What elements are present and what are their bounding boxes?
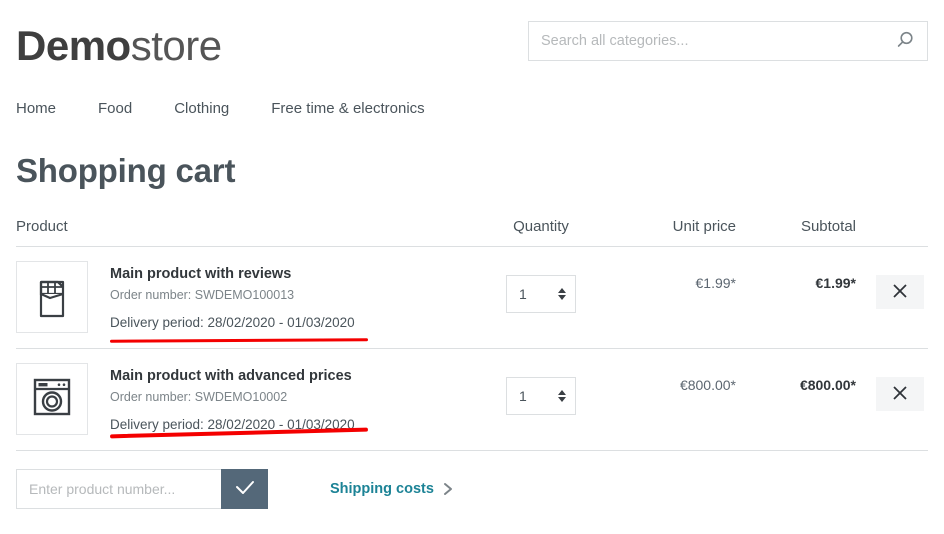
product-info: Main product with advanced prices Order … [110, 363, 355, 434]
product-name[interactable]: Main product with advanced prices [110, 367, 355, 386]
cart-row-product-cell: Main product with reviews Order number: … [16, 261, 466, 333]
check-icon [234, 479, 256, 500]
close-icon [891, 282, 909, 303]
logo-regular-text: store [130, 22, 222, 69]
product-thumbnail[interactable] [16, 363, 88, 435]
product-delivery-period: Delivery period: 28/02/2020 - 01/03/2020 [110, 315, 355, 330]
add-product-form [16, 469, 268, 509]
quantity-value: 1 [519, 286, 527, 302]
washing-machine-icon [28, 373, 76, 426]
search-input[interactable] [529, 22, 883, 60]
chevron-right-icon [443, 482, 454, 496]
site-header: Demostore [16, 0, 928, 88]
nav-item-home[interactable]: Home [16, 100, 56, 117]
product-order-number: Order number: SWDEMO10002 [110, 390, 288, 404]
remove-item-button[interactable] [876, 275, 924, 309]
nav-item-clothing[interactable]: Clothing [174, 100, 229, 117]
cart-row-remove-cell [856, 261, 924, 309]
cart-row-unit-price-cell: €1.99* [616, 261, 736, 293]
subtotal-value: €1.99* [815, 275, 856, 291]
cart-row-product-cell: Main product with advanced prices Order … [16, 363, 466, 435]
remove-item-button[interactable] [876, 377, 924, 411]
main-navigation: Home Food Clothing Free time & electroni… [16, 88, 928, 128]
cart-table-header: Product Quantity Unit price Subtotal [16, 218, 928, 247]
cart-table: Product Quantity Unit price Subtotal Mai… [16, 218, 928, 451]
spinner-arrows-icon[interactable] [557, 286, 567, 302]
cart-row-quantity-cell: 1 [466, 363, 616, 415]
product-thumbnail[interactable] [16, 261, 88, 333]
search-submit-button[interactable] [883, 22, 927, 60]
quantity-select[interactable]: 1 [506, 377, 576, 415]
column-header-subtotal: Subtotal [800, 218, 856, 235]
shipping-costs-link[interactable]: Shipping costs [330, 481, 454, 497]
column-header-quantity: Quantity [513, 218, 569, 235]
product-name[interactable]: Main product with reviews [110, 265, 355, 284]
page-title: Shopping cart [16, 152, 236, 189]
unit-price-value: €800.00* [679, 377, 736, 393]
cart-actions: Shipping costs [16, 469, 928, 509]
cart-row-remove-cell [856, 363, 924, 411]
quantity-value: 1 [519, 388, 527, 404]
close-icon [891, 384, 909, 405]
product-order-number: Order number: SWDEMO100013 [110, 288, 295, 302]
shipping-costs-label: Shipping costs [330, 481, 434, 497]
unit-price-value: €1.99* [695, 275, 736, 291]
search-icon [895, 30, 915, 53]
nav-item-free-time-electronics[interactable]: Free time & electronics [271, 100, 424, 117]
spinner-arrows-icon[interactable] [557, 388, 567, 404]
chocolate-bar-icon [30, 270, 74, 325]
search-box[interactable] [528, 21, 928, 61]
product-info: Main product with reviews Order number: … [110, 261, 355, 332]
site-logo[interactable]: Demostore [16, 22, 222, 70]
add-product-submit-button[interactable] [221, 469, 268, 509]
logo-bold-text: Demo [16, 22, 131, 69]
nav-item-food[interactable]: Food [98, 100, 132, 117]
product-number-input[interactable] [16, 469, 221, 509]
quantity-select[interactable]: 1 [506, 275, 576, 313]
cart-row-subtotal-cell: €1.99* [736, 261, 856, 293]
column-header-unit-price: Unit price [672, 218, 736, 235]
cart-row-subtotal-cell: €800.00* [736, 363, 856, 395]
table-row: Main product with reviews Order number: … [16, 247, 928, 349]
page-root: Demostore Home Food Clothing Free time &… [0, 0, 944, 534]
cart-row-quantity-cell: 1 [466, 261, 616, 313]
cart-row-unit-price-cell: €800.00* [616, 363, 736, 395]
column-header-product: Product [16, 218, 68, 235]
subtotal-value: €800.00* [799, 377, 856, 393]
